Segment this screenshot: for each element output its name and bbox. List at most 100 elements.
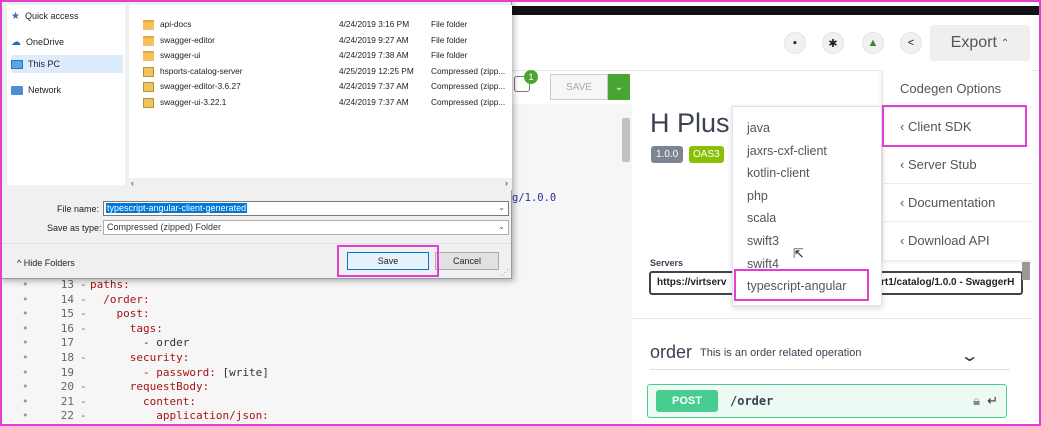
code-line: • 14- /order:	[22, 293, 269, 308]
folder-icon	[143, 20, 154, 30]
bell-icon[interactable]: ▲	[862, 32, 884, 54]
fold-toggle[interactable]	[80, 366, 90, 381]
tag-order-header[interactable]: order This is an order related operation…	[650, 336, 1010, 370]
line-number: 19	[60, 365, 74, 379]
file-date: 4/25/2019 12:25 PM	[339, 65, 414, 76]
hide-folders-toggle[interactable]: ^ Hide Folders	[17, 258, 75, 268]
menu-item-documentation[interactable]: ‹ Documentation	[883, 184, 1032, 222]
chevron-down-icon: ⌄	[614, 81, 624, 93]
cancel-button[interactable]: Cancel	[435, 252, 499, 270]
divider	[1, 243, 511, 244]
scroll-right-icon[interactable]: ›	[505, 178, 508, 188]
file-name: swagger-ui	[160, 50, 201, 61]
lang-item-php[interactable]: php	[733, 185, 881, 208]
chevron-down-icon: ⌄	[498, 222, 505, 231]
return-arrow-icon: ↵	[987, 393, 998, 408]
save-button[interactable]: Save	[347, 252, 429, 270]
menu-item-server-stub[interactable]: ‹ Server Stub	[883, 146, 1032, 184]
line-number: 20	[60, 380, 74, 394]
code-fragment: g/1.0.0	[512, 192, 557, 204]
code-line: • 19 - password: [write]	[22, 366, 269, 381]
save-dropdown-button[interactable]: ⌄	[608, 74, 630, 100]
nav-quick-access[interactable]: ★ Quick access	[11, 7, 123, 25]
fold-marker-icon: •	[22, 380, 29, 394]
editor-toolbar: 1 SAVE ⌄	[510, 70, 632, 104]
save-type-select[interactable]: Compressed (zipped) Folder ⌄	[103, 220, 509, 235]
cloud-icon: ☁	[11, 36, 21, 48]
menu-item-download-api[interactable]: ‹ Download API	[883, 222, 1032, 260]
menu-item-client-sdk[interactable]: ‹ Client SDK	[883, 108, 1032, 146]
lang-item-jaxrs-cxf-client[interactable]: jaxrs-cxf-client	[733, 140, 881, 163]
editor-scroll-thumb[interactable]	[622, 118, 630, 162]
nav-network[interactable]: Network	[11, 81, 123, 99]
nav-onedrive[interactable]: ☁ OneDrive	[11, 33, 123, 51]
panel-scroll-thumb[interactable]	[1022, 262, 1030, 280]
file-row[interactable]: swagger-ui-3.22.1 4/24/2019 7:37 AM Compre…	[143, 97, 513, 112]
chevron-down-icon[interactable]: ⌄	[498, 203, 505, 212]
fold-marker-icon: •	[22, 350, 29, 364]
save-file-dialog: ★ Quick access ☁ OneDrive This PC Networ…	[0, 0, 512, 279]
file-row[interactable]: swagger-ui 4/24/2019 7:38 AM File folder	[143, 50, 513, 65]
file-name-input[interactable]: typescript-angular-client-generated ⌄	[103, 201, 509, 216]
fold-marker-icon: •	[22, 278, 29, 291]
lang-item-typescript-angular[interactable]: typescript-angular	[733, 275, 881, 298]
lang-item-java[interactable]: java	[733, 117, 881, 140]
code-line: • 20- requestBody:	[22, 380, 269, 395]
fold-toggle[interactable]: -	[80, 322, 90, 337]
code-line: • 21- content:	[22, 395, 269, 410]
editor-save-button[interactable]: SAVE	[550, 74, 608, 100]
file-date: 4/24/2019 3:16 PM	[339, 19, 410, 29]
api-title: H Plus	[650, 108, 730, 138]
fold-toggle[interactable]: -	[80, 409, 90, 424]
fold-toggle[interactable]: -	[80, 395, 90, 410]
file-icon[interactable]: ▪	[784, 32, 806, 54]
fold-toggle[interactable]: -	[80, 307, 90, 322]
resize-grip-icon[interactable]: ⋰	[501, 268, 509, 277]
fold-marker-icon: •	[22, 394, 29, 408]
fold-toggle[interactable]: -	[80, 278, 90, 293]
save-type-label: Save as type:	[47, 223, 102, 233]
file-list-hscroll[interactable]: ‹ ›	[129, 178, 512, 190]
fold-toggle[interactable]	[80, 336, 90, 351]
lock-icon[interactable]: 🔒︎	[973, 393, 980, 409]
fold-marker-icon: •	[22, 409, 29, 423]
share-icon[interactable]: <	[900, 32, 922, 54]
export-label: Export	[950, 34, 997, 51]
star-icon: ★	[11, 10, 20, 22]
nav-label: Quick access	[24, 11, 79, 21]
menu-item-codegen-options[interactable]: Codegen Options	[883, 70, 1032, 108]
file-row[interactable]: api-docs 4/24/2019 3:16 PM File folder	[143, 19, 513, 34]
chevron-up-icon: ⌃	[1000, 37, 1010, 49]
file-row[interactable]: swagger-editor 4/24/2019 9:27 AM File fold…	[143, 35, 513, 50]
scroll-left-icon[interactable]: ‹	[131, 178, 134, 188]
nav-this-pc[interactable]: This PC	[11, 55, 123, 73]
fold-toggle[interactable]: -	[80, 293, 90, 308]
code-key: post:	[90, 307, 150, 321]
fold-toggle[interactable]: -	[80, 380, 90, 395]
file-name-value: typescript-angular-client-generated	[106, 203, 248, 213]
server-url-suffix: rt1/catalog/1.0.0 - SwaggerH	[881, 277, 1015, 288]
code-lines: • 13- paths: • 14- /order: • 15- post: • 16- tag…	[22, 278, 269, 424]
file-date: 4/24/2019 7:37 AM	[339, 97, 409, 107]
nav-label: Network	[28, 85, 62, 95]
code-value: - order	[90, 336, 190, 350]
zip-file-icon	[143, 98, 154, 108]
fold-marker-icon: •	[22, 321, 29, 335]
oas-badge: OAS3	[689, 146, 724, 163]
file-row[interactable]: hsports-catalog-server 4/25/2019 12:25 PM…	[143, 66, 513, 81]
file-name: swagger-ui-3.22.1	[160, 97, 227, 107]
file-row[interactable]: swagger-editor-3.6.27 4/24/2019 7:37 AM Co…	[143, 81, 513, 96]
tag-name: order	[650, 342, 693, 362]
lang-item-swift3[interactable]: swift3	[733, 230, 881, 253]
gear-icon[interactable]: ✱	[822, 32, 844, 54]
lang-item-scala[interactable]: scala	[733, 207, 881, 230]
code-line: • 17 - order	[22, 336, 269, 351]
export-button[interactable]: Export ⌃	[930, 25, 1030, 61]
lang-item-swift4[interactable]: swift4	[733, 253, 881, 276]
fold-toggle[interactable]: -	[80, 351, 90, 366]
code-line: • 16- tags:	[22, 322, 269, 337]
operation-post-order[interactable]: POST /order 🔒︎ ↵	[647, 384, 1007, 418]
lang-item-kotlin-client[interactable]: kotlin-client	[733, 162, 881, 185]
export-menu: Codegen Options ‹ Client SDK ‹ Server St…	[882, 70, 1032, 260]
code-key: requestBody:	[90, 380, 210, 394]
